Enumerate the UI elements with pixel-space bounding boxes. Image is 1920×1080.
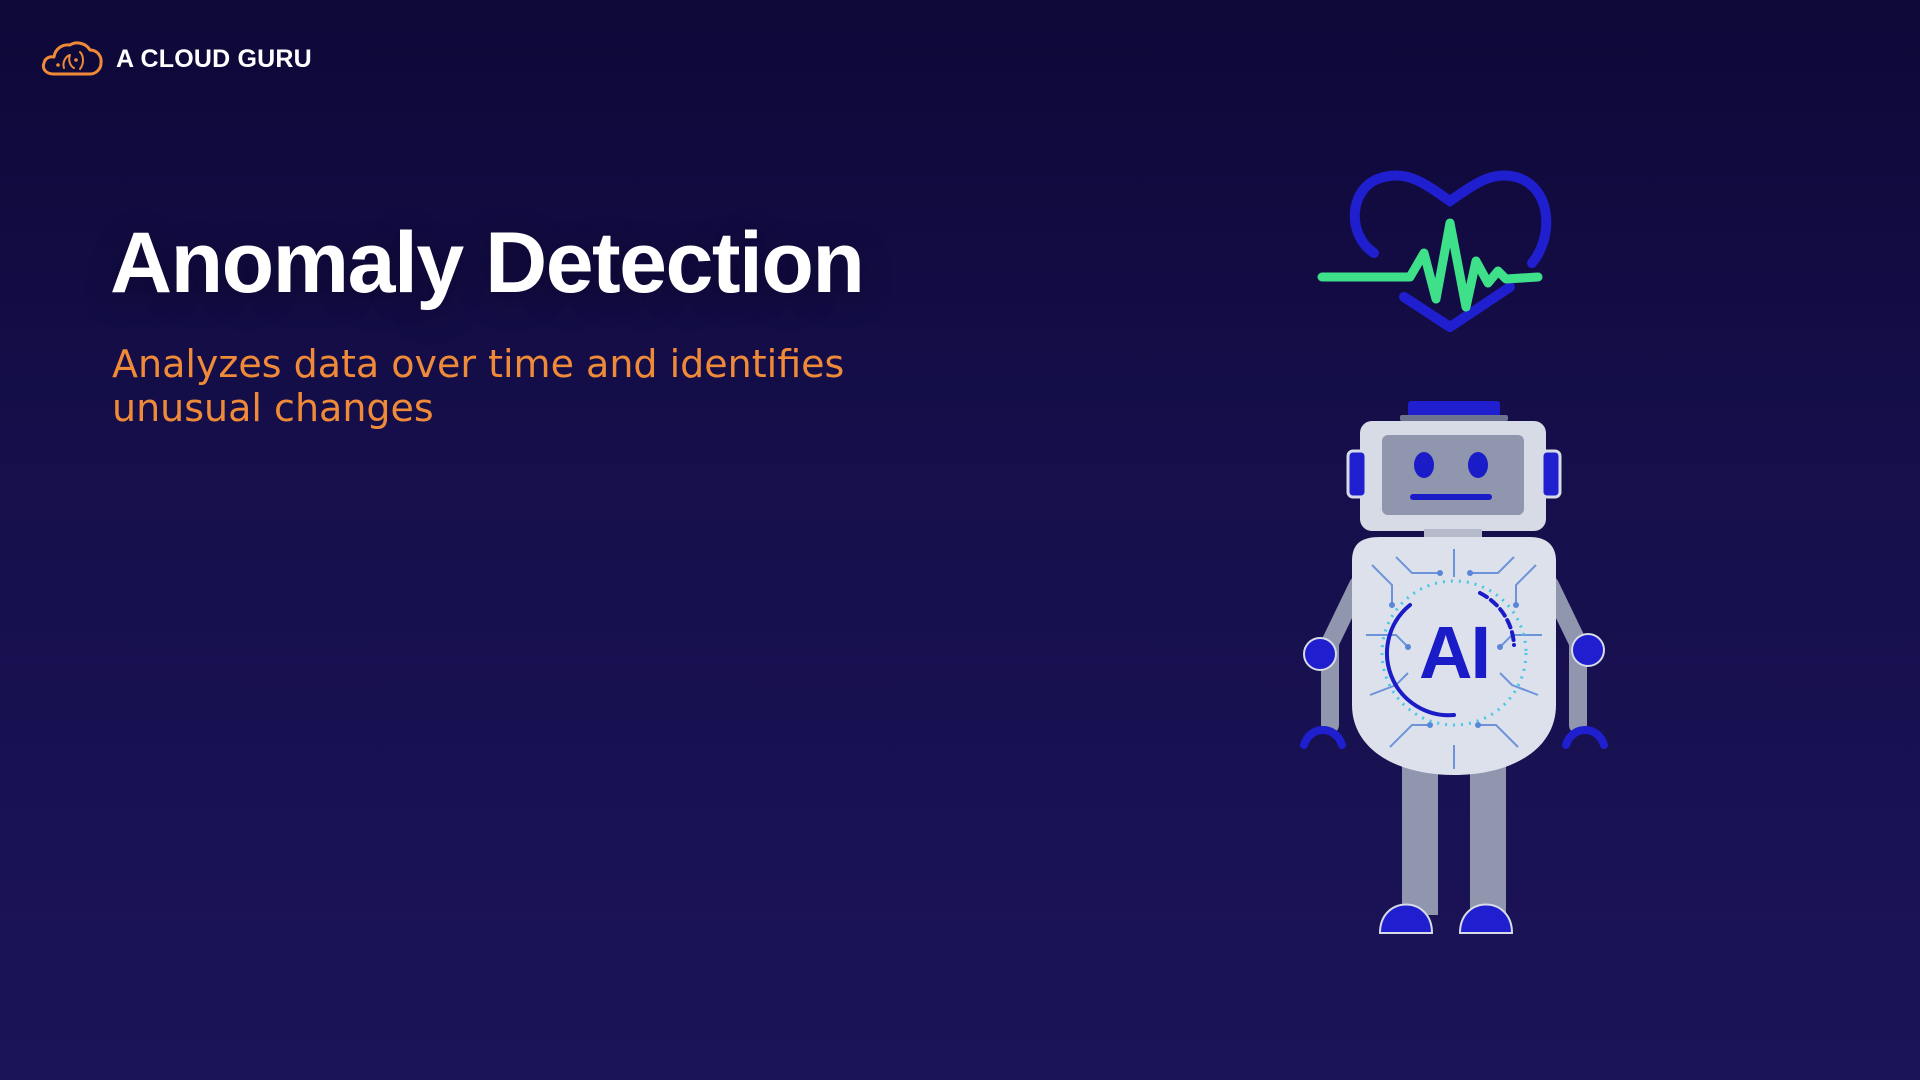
- slide-title: Anomaly Detection: [110, 215, 865, 311]
- heartbeat-heart-icon: [1317, 170, 1552, 332]
- title-block: Anomaly Detection Analyzes data over tim…: [110, 220, 970, 430]
- cloud-logo-icon: [41, 41, 103, 76]
- robot-chest-label: AI: [1419, 611, 1491, 694]
- slide-subtitle: Analyzes data over time and identifies u…: [112, 342, 845, 430]
- brand-header: A CLOUD GURU: [40, 38, 312, 80]
- slide: { "brand": { "name": "A CLOUD GURU", "lo…: [0, 0, 1920, 1080]
- illustration: AI: [1300, 165, 1630, 955]
- illustration-graphic: [1300, 170, 1608, 934]
- brand-name: A CLOUD GURU: [116, 44, 312, 73]
